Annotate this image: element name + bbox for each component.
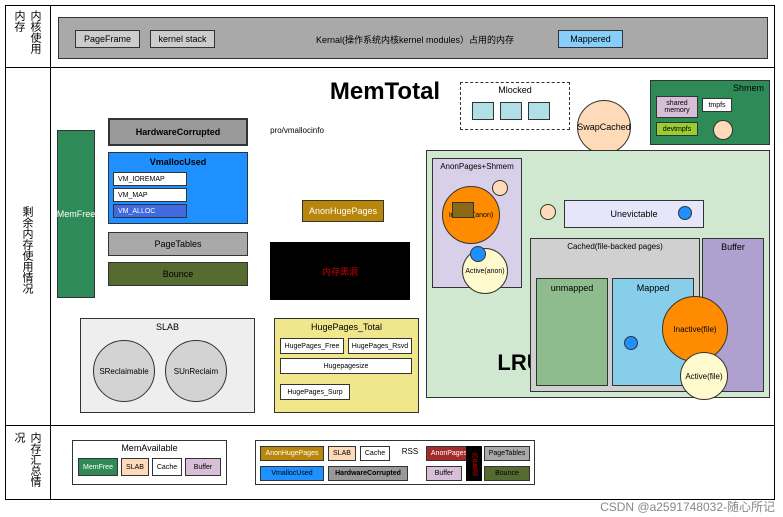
s2-vu: VmallocUsed [260, 466, 324, 481]
s2-rss: RSS [396, 444, 424, 459]
vm1: VM_IOREMAP [113, 172, 187, 186]
sunrecl: SUnReclaim [165, 340, 227, 402]
s2-bf: Buffer [426, 466, 462, 481]
kernel-note: Kernal(操作系统内核kernel modules）占用的内存 [300, 33, 530, 45]
ia-dot [492, 180, 508, 196]
un-d1 [540, 204, 556, 220]
ba-sl: SLAB [121, 458, 149, 476]
ia-inner [452, 202, 474, 218]
mp-dot [624, 336, 638, 350]
hwcorrupt: HardwareCorrupted [108, 118, 248, 146]
vm2: VM_MAP [113, 188, 187, 202]
shm-dv: devtmpfs [656, 122, 698, 136]
un-d2 [678, 206, 692, 220]
srecl: SReclaimable [93, 340, 155, 402]
s2-ah: AnonHugePages [260, 446, 324, 461]
sect-remain: 剩余内存使用情况 [8, 150, 46, 350]
hp-sp: HugePages_Surp [280, 384, 350, 400]
shm-sm: shared memory [656, 96, 698, 118]
memtotal-title: MemTotal [310, 78, 460, 106]
ba-mf: MemFree [78, 458, 118, 476]
sect-summary: 内存汇总情况 [8, 432, 46, 492]
ba-bf: Buffer [185, 458, 221, 476]
s2-pt: PageTables [484, 446, 530, 461]
anonhuge: AnonHugePages [302, 200, 384, 222]
ml-b1 [472, 102, 494, 120]
ba-ca: Cache [152, 458, 182, 476]
ml-b2 [500, 102, 522, 120]
hp-sz: Hugepagesize [280, 358, 412, 374]
memfree: MemFree [57, 130, 95, 298]
s2-ca: Cache [360, 446, 390, 461]
bounce: Bounce [108, 262, 248, 286]
sect-kernel: 内核使用内存 [8, 10, 46, 62]
swapcached: SwapCached [577, 100, 631, 154]
pageframe: PageFrame [75, 30, 140, 48]
hp-f: HugePages_Free [280, 338, 344, 354]
s2-bn: Bounce [484, 466, 530, 481]
s2-sl: SLAB [328, 446, 356, 461]
blackhole: 内存黑洞 [270, 242, 410, 300]
shm-tm: tmpfs [702, 98, 732, 112]
unmapped: unmapped [536, 278, 608, 386]
s2-bb: 内存黑洞 [466, 446, 482, 481]
s2-hc: HardwareCorrupted [328, 466, 408, 481]
mappered: Mappered [558, 30, 623, 48]
active-file: Active(file) [680, 352, 728, 400]
hp-r: HugePages_Rsvd [348, 338, 412, 354]
kernel-stack: kernel stack [150, 30, 215, 48]
inactive-file: Inactive(file) [662, 296, 728, 362]
watermark: CSDN @a2591748032-随心所记 [600, 498, 775, 515]
pagetables: PageTables [108, 232, 248, 256]
shm-circ [713, 120, 733, 140]
aa-dot [470, 246, 486, 262]
pv-label: pro/vmallocinfo [258, 124, 336, 136]
ml-b3 [528, 102, 550, 120]
vm3: VM_ALLOC [113, 204, 187, 218]
